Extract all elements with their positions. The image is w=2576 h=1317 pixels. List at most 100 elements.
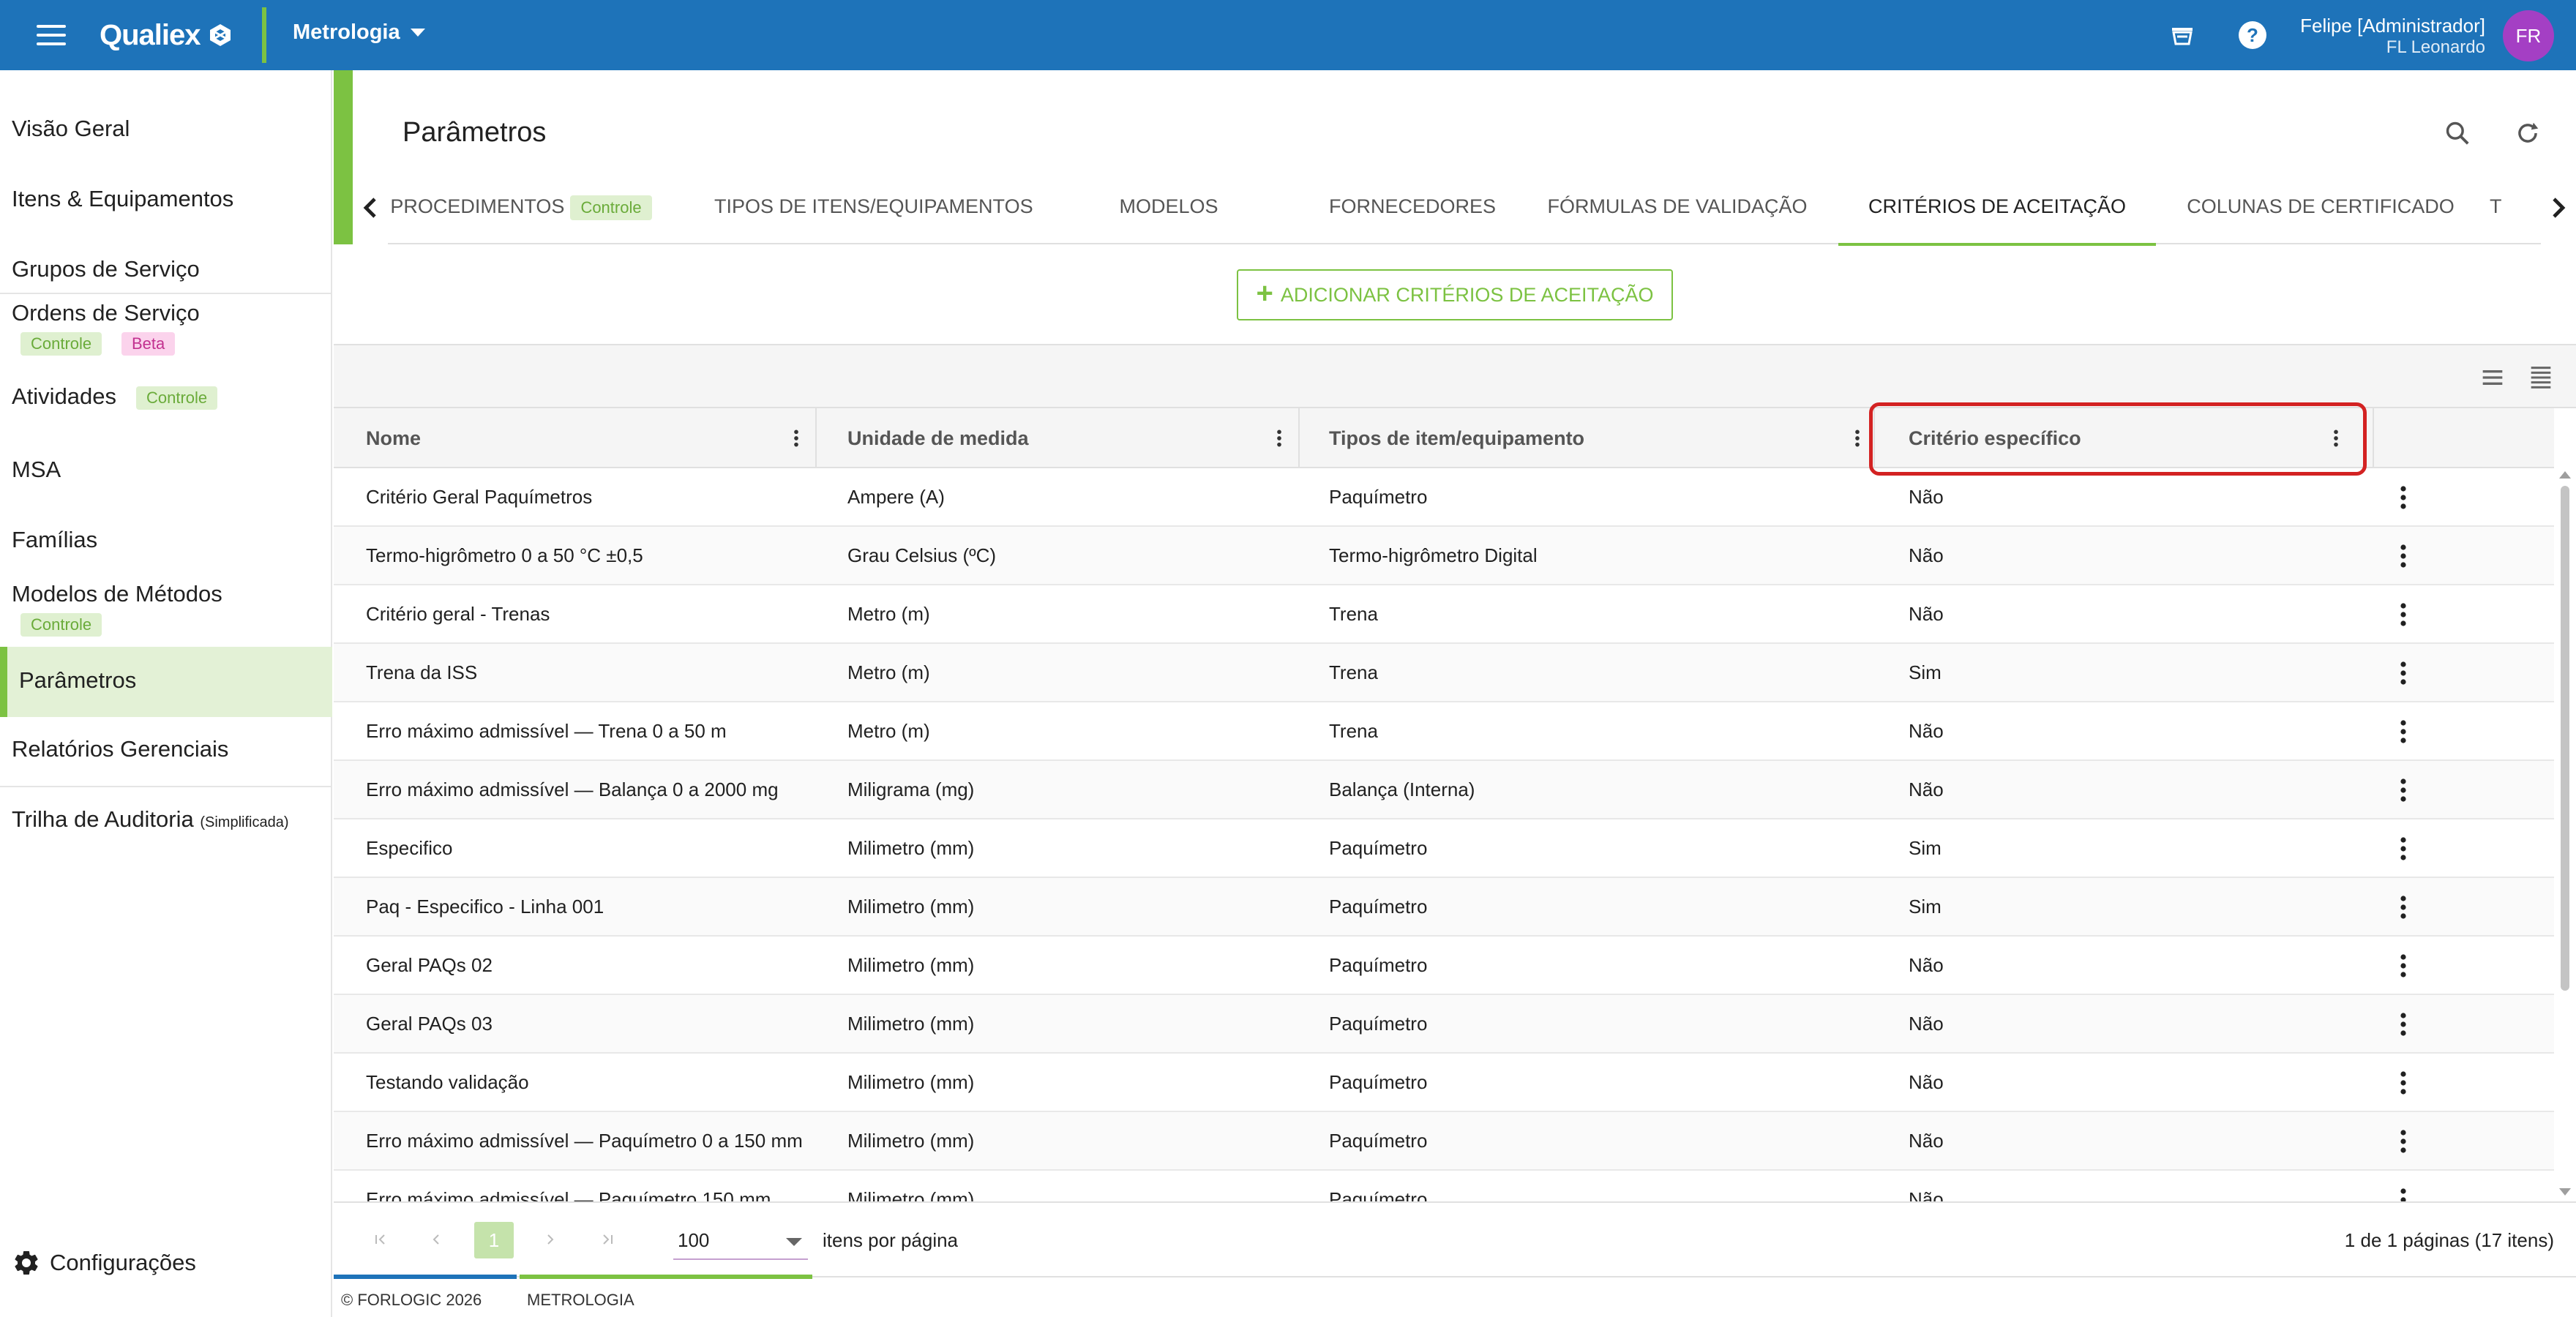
table-row[interactable]: Especifico Milimetro (mm) Paquímetro Sim xyxy=(334,819,2554,878)
sidebar-item-visao-geral[interactable]: Visão Geral xyxy=(0,102,332,155)
table-row[interactable]: Termo-higrômetro 0 a 50 °C ±0,5 Grau Cels… xyxy=(334,527,2554,585)
sidebar-item-label: Itens & Equipamentos xyxy=(12,186,234,211)
column-menu-icon[interactable] xyxy=(1853,429,1862,448)
table-row[interactable]: Erro máximo admissível — Balança 0 a 200… xyxy=(334,761,2554,819)
column-header-criterio-especifico[interactable]: Critério específico xyxy=(1909,408,2081,468)
sidebar-item-familias[interactable]: Famílias xyxy=(0,515,332,568)
table-row[interactable]: Erro máximo admissível — Paquímetro 150 … xyxy=(334,1171,2554,1201)
avatar[interactable]: FR xyxy=(2503,10,2554,61)
trilha-label: Trilha de Auditoria xyxy=(12,806,194,832)
table-cell: Termo-higrômetro Digital xyxy=(1329,544,1538,566)
tab-fornecedores[interactable]: FORNECEDORES xyxy=(1311,171,1513,244)
help-icon[interactable]: ? xyxy=(2235,18,2270,53)
column-separator[interactable] xyxy=(2373,408,2374,468)
row-actions-icon[interactable] xyxy=(2395,953,2412,979)
row-actions-icon[interactable] xyxy=(2395,1070,2412,1096)
table-cell: Erro máximo admissível — Paquímetro 0 a … xyxy=(366,1130,803,1152)
table-cell: Não xyxy=(1909,603,1944,625)
sidebar-item-parametros[interactable]: Parâmetros xyxy=(0,647,332,717)
scroll-up-arrow[interactable] xyxy=(2559,471,2571,479)
table-cell: Trena xyxy=(1329,720,1378,742)
column-header-nome[interactable]: Nome xyxy=(366,408,421,468)
table-row[interactable]: Trena da ISS Metro (m) Trena Sim xyxy=(334,644,2554,702)
tab-scroll-right[interactable] xyxy=(2541,171,2576,244)
tab-scroll-left[interactable] xyxy=(353,171,388,244)
table-row[interactable]: Erro máximo admissível — Trena 0 a 50 m M… xyxy=(334,702,2554,761)
sidebar-item-itens-equipamentos[interactable]: Itens & Equipamentos xyxy=(0,173,332,225)
table-row[interactable]: Critério Geral Paquímetros Ampere (A) Paqu… xyxy=(334,468,2554,527)
tab-criterios-aceitacao[interactable]: CRITÉRIOS DE ACEITAÇÃO xyxy=(1838,171,2156,246)
row-actions-icon[interactable] xyxy=(2395,1128,2412,1155)
table-cell: Grau Celsius (ºC) xyxy=(847,544,997,566)
refresh-icon[interactable] xyxy=(2510,116,2545,151)
row-actions-icon[interactable] xyxy=(2395,777,2412,803)
column-header-unidade[interactable]: Unidade de medida xyxy=(847,408,1029,468)
table-cell: Metro (m) xyxy=(847,720,930,742)
add-criteria-button[interactable]: + ADICIONAR CRITÉRIOS DE ACEITAÇÃO xyxy=(1237,269,1673,320)
tab-tipos-itens[interactable]: TIPOS DE ITENS/EQUIPAMENTOS xyxy=(714,171,1033,244)
table-cell: Paquímetro xyxy=(1329,1013,1428,1035)
row-actions-icon[interactable] xyxy=(2395,543,2412,569)
table-row[interactable]: Geral PAQs 02 Milimetro (mm) Paquímetro Não xyxy=(334,937,2554,995)
row-actions-icon[interactable] xyxy=(2395,718,2412,745)
vertical-scrollbar[interactable] xyxy=(2554,468,2576,1201)
sidebar-item-atividades[interactable]: Atividades Controle xyxy=(0,373,332,426)
tab-modelos[interactable]: MODELOS xyxy=(1083,171,1254,244)
sidebar-item-trilha-auditoria[interactable]: Trilha de Auditoria (Simplificada) xyxy=(0,795,332,847)
table-row[interactable]: Critério geral - Trenas Metro (m) Trena Não xyxy=(334,585,2554,644)
search-icon[interactable] xyxy=(2440,116,2475,151)
column-separator[interactable] xyxy=(815,408,817,468)
beta-badge: Beta xyxy=(121,332,176,356)
column-menu-icon[interactable] xyxy=(2332,429,2340,448)
sidebar-item-grupos-servico[interactable]: Grupos de Serviço xyxy=(0,243,332,296)
brand-logo[interactable]: Qualiex xyxy=(100,16,233,54)
prev-page-button[interactable] xyxy=(422,1225,451,1254)
user-info[interactable]: Felipe [Administrador] FL Leonardo xyxy=(2300,15,2485,59)
column-menu-icon[interactable] xyxy=(1275,429,1284,448)
row-actions-icon[interactable] xyxy=(2395,1011,2412,1038)
sidebar-item-modelos-metodos[interactable]: Modelos de Métodos Controle xyxy=(0,575,332,642)
list-view-icon[interactable] xyxy=(2478,363,2507,392)
column-separator[interactable] xyxy=(1873,408,1875,468)
module-selector[interactable]: Metrologia xyxy=(293,20,425,45)
active-tab-indicator xyxy=(1838,243,2156,246)
current-page-button[interactable]: 1 xyxy=(474,1222,514,1258)
sidebar-item-msa[interactable]: MSA xyxy=(0,445,332,498)
last-page-button[interactable] xyxy=(593,1225,622,1254)
sidebar-item-relatorios-gerenciais[interactable]: Relatórios Gerenciais xyxy=(0,724,332,777)
tab-formulas-validacao[interactable]: FÓRMULAS DE VALIDAÇÃO xyxy=(1538,171,1816,244)
next-page-button[interactable] xyxy=(536,1225,565,1254)
column-menu-icon[interactable] xyxy=(792,429,801,448)
page-size-select[interactable]: 100 xyxy=(673,1220,808,1260)
compact-view-icon[interactable] xyxy=(2526,363,2556,392)
table-row[interactable]: Paq - Especifico - Linha 001 Milimetro (m… xyxy=(334,878,2554,937)
row-actions-icon[interactable] xyxy=(2395,601,2412,628)
menu-icon[interactable] xyxy=(37,25,66,45)
scroll-down-arrow[interactable] xyxy=(2559,1188,2571,1196)
table-row[interactable]: Testando validação Milimetro (mm) Paquímet… xyxy=(334,1054,2554,1112)
first-page-button[interactable] xyxy=(366,1225,395,1254)
row-actions-icon[interactable] xyxy=(2395,660,2412,686)
column-separator[interactable] xyxy=(1298,408,1300,468)
sidebar-item-ordens-servico[interactable]: Ordens de Serviço Controle Beta xyxy=(0,294,332,360)
table-cell: Milimetro (mm) xyxy=(847,1071,975,1093)
row-actions-icon[interactable] xyxy=(2395,1187,2412,1201)
table-cell: Paquímetro xyxy=(1329,1130,1428,1152)
column-header-tipos[interactable]: Tipos de item/equipamento xyxy=(1329,408,1584,468)
table-row[interactable]: Erro máximo admissível — Paquímetro 0 a … xyxy=(334,1112,2554,1171)
table-cell: Termo-higrômetro 0 a 50 °C ±0,5 xyxy=(366,544,643,566)
tab-truncated[interactable]: T xyxy=(2490,171,2519,244)
coffee-cup-icon[interactable] xyxy=(2165,18,2200,53)
chevron-left-icon xyxy=(363,198,376,218)
row-actions-icon[interactable] xyxy=(2395,484,2412,511)
scrollbar-thumb[interactable] xyxy=(2561,486,2569,991)
tab-procedimentos[interactable]: PROCEDIMENTOS Controle xyxy=(389,171,653,244)
tab-colunas-certificado[interactable]: COLUNAS DE CERTIFICADO xyxy=(2178,171,2463,244)
table-cell: Sim xyxy=(1909,896,1942,918)
row-actions-icon[interactable] xyxy=(2395,894,2412,920)
row-actions-icon[interactable] xyxy=(2395,836,2412,862)
table-row[interactable]: Geral PAQs 03 Milimetro (mm) Paquímetro Não xyxy=(334,995,2554,1054)
settings-link[interactable]: Configurações xyxy=(12,1248,196,1277)
help-svg: ? xyxy=(2239,21,2266,49)
table-cell: Erro máximo admissível — Balança 0 a 200… xyxy=(366,778,779,800)
